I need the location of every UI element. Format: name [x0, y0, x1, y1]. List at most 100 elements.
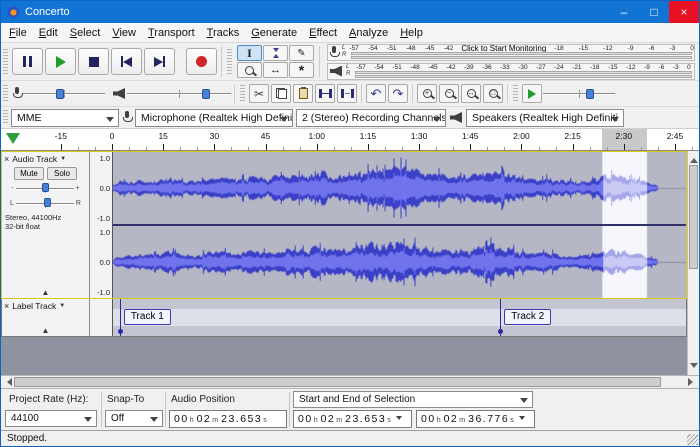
audio-track[interactable]: × Audio Track ▼ Mute Solo - + L — [1, 151, 687, 299]
timeshift-tool-button[interactable]: ↔ — [263, 62, 288, 78]
resize-grip[interactable] — [687, 434, 698, 445]
gain-slider[interactable] — [16, 181, 74, 195]
scroll-down-icon[interactable] — [690, 363, 698, 372]
menu-item[interactable]: Select — [64, 25, 107, 41]
timeline-scale[interactable]: -1501530451:001:151:301:452:002:152:302:… — [1, 129, 699, 150]
pan-thumb[interactable] — [44, 198, 51, 207]
audio-host-select[interactable]: MME — [11, 109, 119, 127]
close-button[interactable]: × — [669, 1, 699, 23]
recording-device-select[interactable]: Microphone (Realtek High Defini — [135, 109, 293, 127]
horizontal-scrollbar[interactable] — [1, 375, 699, 388]
multi-tool-button[interactable]: * — [289, 62, 314, 78]
collapse-track-button[interactable]: ▲ — [42, 288, 50, 297]
label-track-menu-icon[interactable]: ▼ — [59, 303, 65, 309]
vertical-scroll-thumb[interactable] — [689, 165, 698, 269]
trim-audio-button[interactable] — [315, 84, 335, 103]
play-at-speed-button[interactable] — [522, 84, 542, 103]
horizontal-scroll-thumb[interactable] — [14, 377, 661, 387]
play-at-speed-grip[interactable] — [513, 85, 518, 103]
menu-item[interactable]: Edit — [33, 25, 64, 41]
selection-tool-button[interactable]: I — [237, 45, 262, 61]
label-text[interactable]: Track 2 — [504, 309, 551, 325]
scroll-right-icon[interactable] — [688, 378, 697, 386]
output-volume-slider[interactable] — [127, 86, 231, 102]
waveform-channel-left[interactable] — [113, 152, 686, 224]
undo-button[interactable]: ↶ — [366, 84, 386, 103]
minimize-button[interactable]: – — [609, 1, 639, 23]
label-track[interactable]: × Label Track ▼ ▲ Track 1 Track 2 — [1, 299, 687, 337]
menu-item[interactable]: Generate — [245, 25, 303, 41]
label-marker-handle[interactable] — [498, 329, 503, 334]
silence-audio-button[interactable] — [337, 84, 357, 103]
field-dropdown-icon[interactable] — [519, 416, 525, 423]
device-toolbar-grip[interactable] — [3, 110, 8, 125]
pause-button[interactable] — [12, 48, 43, 75]
gain-thumb[interactable] — [42, 183, 49, 192]
skip-to-end-button[interactable] — [144, 48, 175, 75]
label-marker-handle[interactable] — [118, 329, 123, 334]
redo-button[interactable]: ↷ — [388, 84, 408, 103]
zoom-fit-button[interactable]: □ — [483, 84, 503, 103]
menu-item[interactable]: Tracks — [201, 25, 246, 41]
draw-tool-button[interactable]: ✎ — [289, 45, 314, 61]
record-button[interactable] — [186, 48, 217, 75]
playback-meter[interactable]: L R -57-54-51-48-45-42-39-36-33-30-27-24… — [327, 63, 695, 80]
menu-item[interactable]: View — [106, 25, 142, 41]
paste-button[interactable] — [293, 84, 313, 103]
selection-end-field[interactable]: 00h 02m 36.776s — [416, 410, 535, 428]
mixer-toolbar-grip[interactable] — [3, 85, 8, 103]
input-volume-slider[interactable] — [23, 86, 105, 102]
cut-button[interactable]: ✂ — [249, 84, 269, 103]
menu-item[interactable]: Analyze — [343, 25, 394, 41]
vertical-scale-ruler[interactable]: 1.0 0.0 -1.0 1.0 0.0 -1.0 — [90, 152, 113, 298]
pinned-playhead-icon[interactable] — [6, 133, 20, 144]
mute-button[interactable]: Mute — [14, 167, 44, 180]
zoom-in-button[interactable]: + — [417, 84, 437, 103]
zoom-out-button[interactable]: − — [439, 84, 459, 103]
track-menu-icon[interactable]: ▼ — [60, 156, 66, 162]
field-dropdown-icon[interactable] — [396, 416, 402, 423]
recording-channels-select[interactable]: 2 (Stereo) Recording Channels — [296, 109, 446, 127]
maximize-button[interactable]: □ — [639, 1, 669, 23]
close-track-button[interactable]: × — [4, 155, 9, 164]
edit-toolbar-grip[interactable] — [240, 85, 245, 103]
copy-button[interactable] — [271, 84, 291, 103]
solo-button[interactable]: Solo — [47, 167, 77, 180]
label-track-content[interactable]: Track 1 Track 2 — [113, 299, 686, 336]
playback-speed-thumb[interactable] — [586, 89, 594, 99]
menu-item[interactable]: Help — [394, 25, 429, 41]
menu-item[interactable]: Effect — [303, 25, 343, 41]
zoom-tool-button[interactable] — [237, 62, 262, 78]
waveform-channel-right[interactable] — [113, 226, 686, 298]
project-rate-select[interactable]: 44100 — [5, 410, 97, 427]
playback-device-select[interactable]: Speakers (Realtek High Definiti — [466, 109, 624, 127]
transport-toolbar-grip[interactable] — [3, 49, 8, 75]
output-volume-thumb[interactable] — [202, 89, 210, 99]
collapse-label-track-button[interactable]: ▲ — [42, 326, 50, 335]
track-name[interactable]: Audio Track — [12, 154, 57, 164]
label-track-name[interactable]: Label Track — [12, 301, 56, 311]
close-label-track-button[interactable]: × — [4, 302, 9, 311]
selection-mode-select[interactable]: Start and End of Selection — [293, 391, 533, 408]
recording-meter[interactable]: L R -57-54-51-48-45-42 Click to Start Mo… — [327, 44, 695, 61]
audio-position-field[interactable]: 00h 02m 23.653s — [169, 410, 287, 428]
menu-item[interactable]: Transport — [142, 25, 201, 41]
envelope-tool-button[interactable] — [263, 45, 288, 61]
stop-button[interactable] — [78, 48, 109, 75]
scroll-up-icon[interactable] — [690, 154, 698, 163]
selection-start-field[interactable]: 00h 02m 23.653s — [293, 410, 412, 428]
timeline-ruler[interactable]: -1501530451:001:151:301:452:002:152:302:… — [1, 129, 699, 151]
snap-to-select[interactable]: Off — [105, 410, 163, 427]
menu-item[interactable]: File — [3, 25, 33, 41]
vertical-scrollbar[interactable] — [687, 151, 699, 375]
tools-toolbar-grip[interactable] — [227, 49, 232, 75]
input-volume-thumb[interactable] — [56, 89, 64, 99]
play-button[interactable] — [45, 48, 76, 75]
waveform-area[interactable] — [113, 152, 686, 298]
label-text[interactable]: Track 1 — [124, 309, 171, 325]
playback-speed-slider[interactable] — [543, 86, 615, 102]
pan-slider[interactable] — [16, 196, 74, 210]
scroll-left-icon[interactable] — [3, 378, 12, 386]
skip-to-start-button[interactable] — [111, 48, 142, 75]
zoom-to-selection-button[interactable]: ↔ — [461, 84, 481, 103]
